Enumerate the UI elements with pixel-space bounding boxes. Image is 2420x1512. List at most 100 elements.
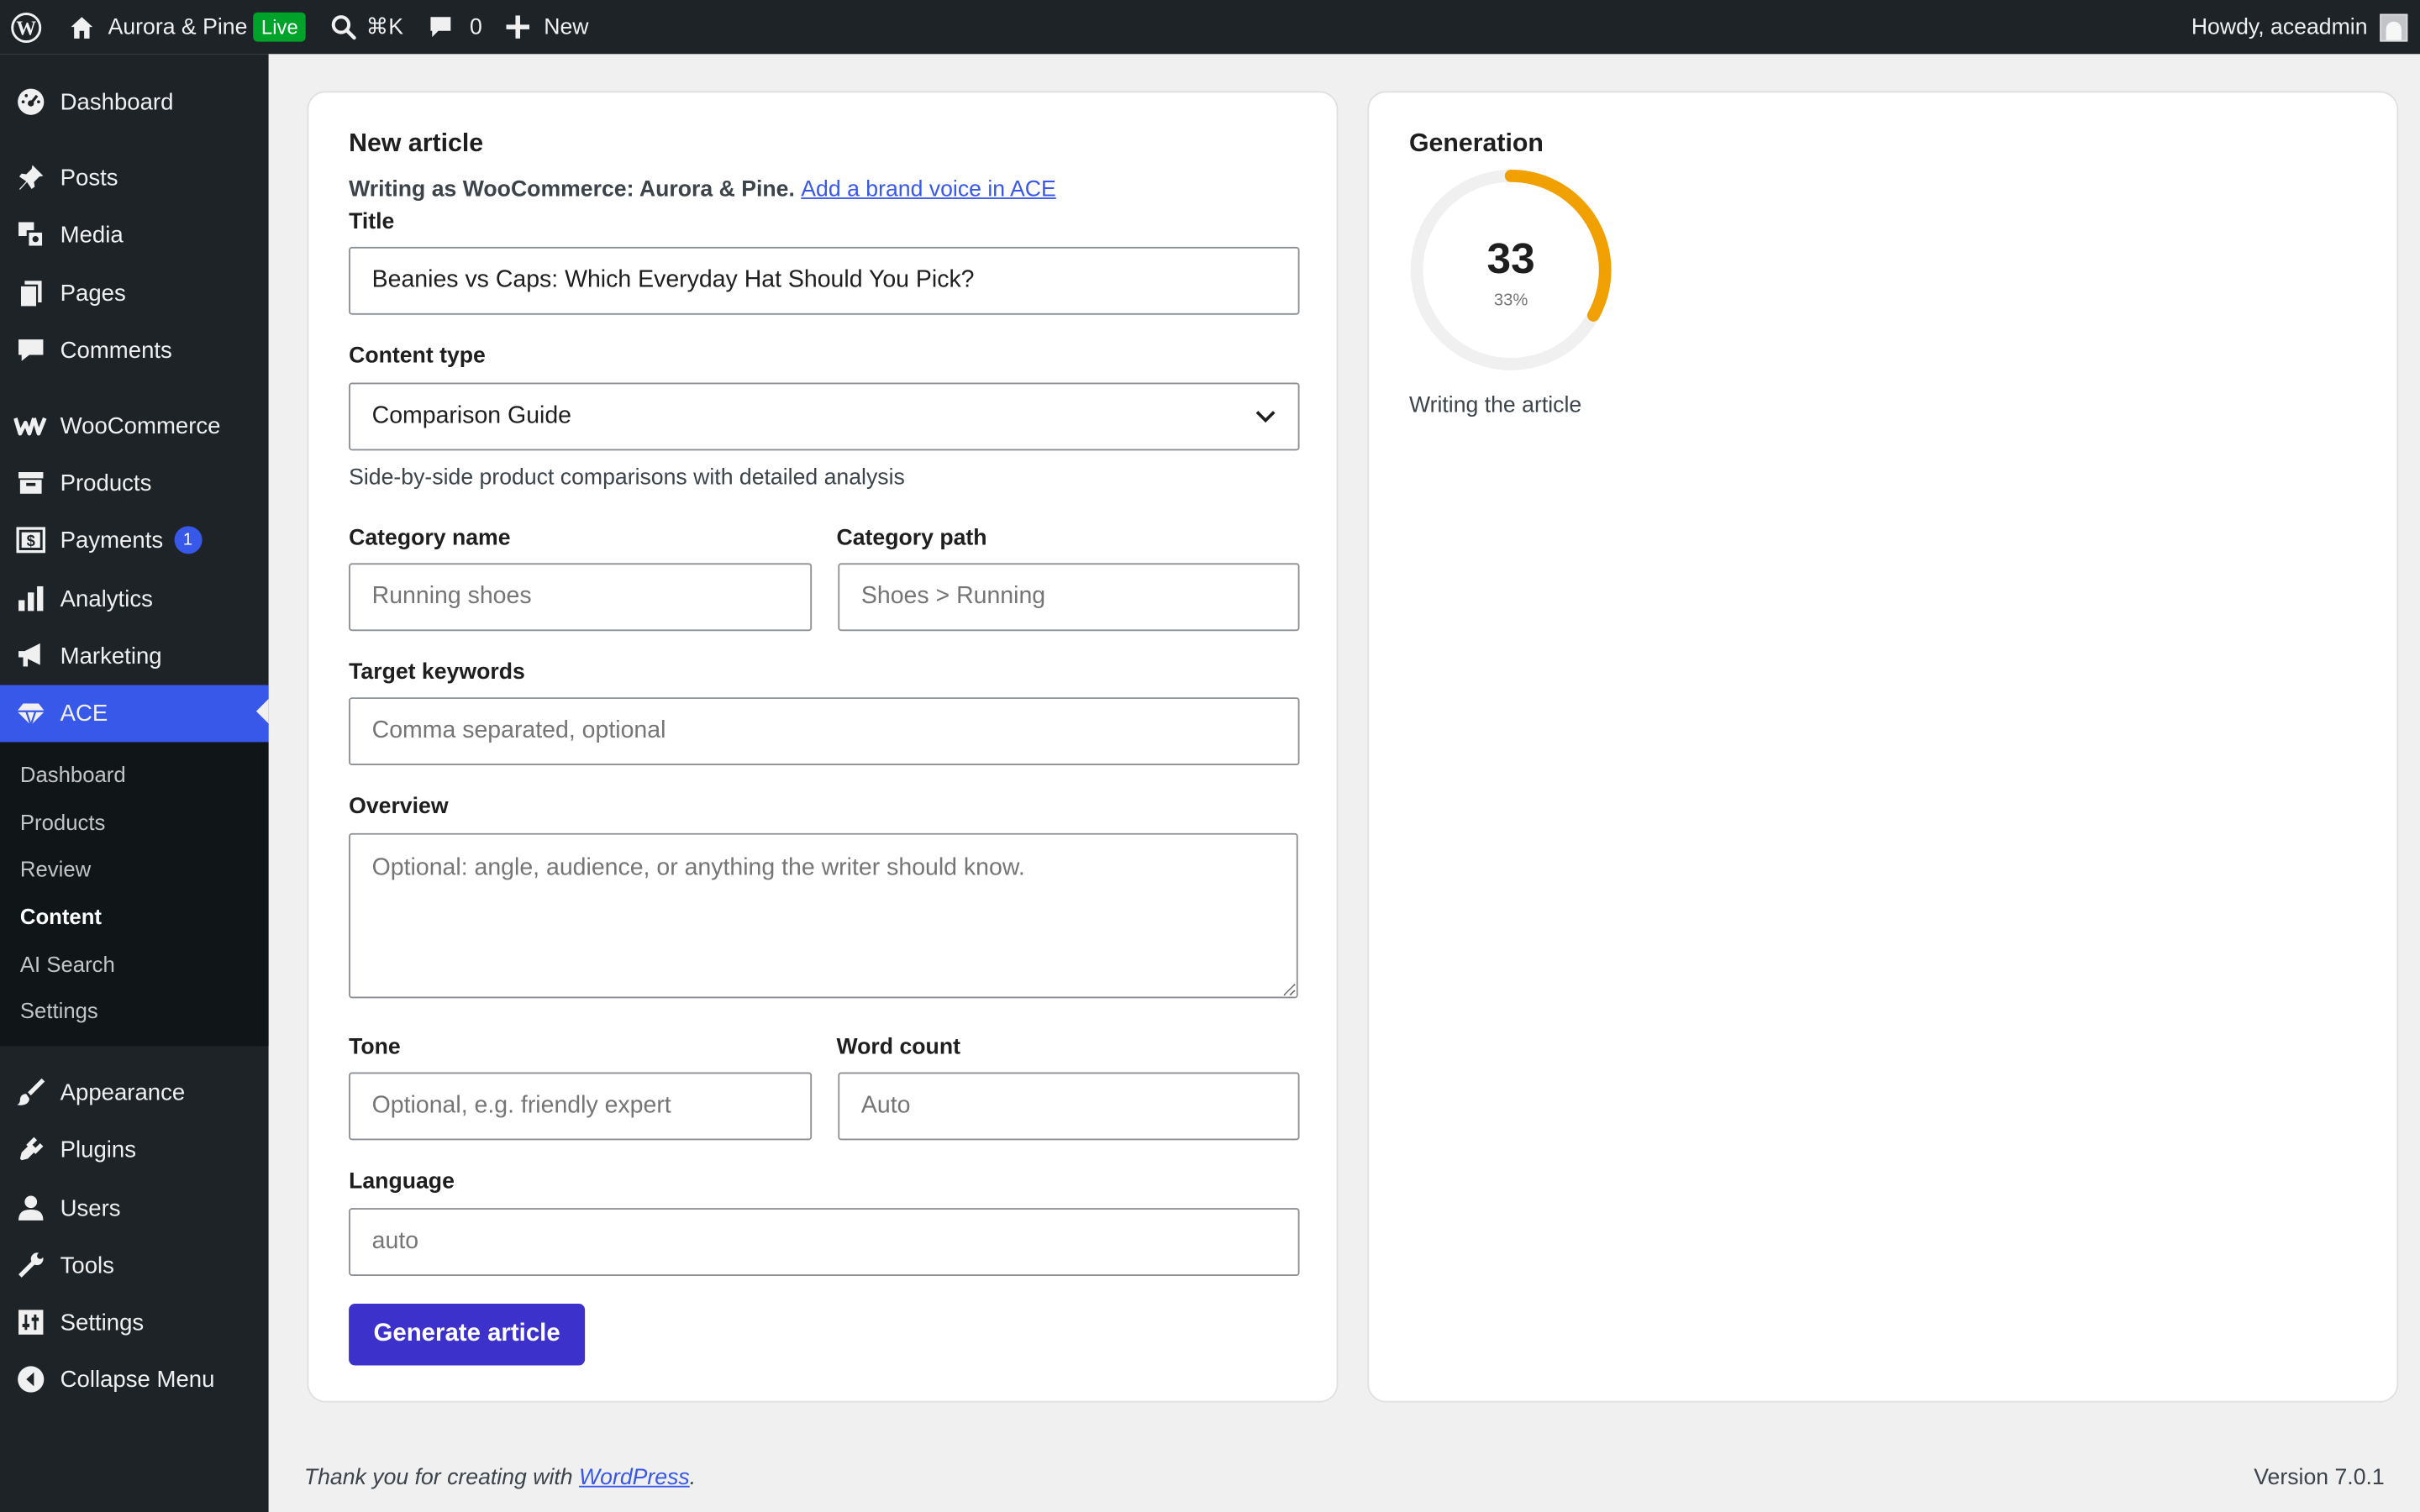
sidebar-item-label: Tools	[60, 1252, 114, 1278]
target-keywords-label: Target keywords	[349, 660, 525, 685]
target-keywords-input[interactable]	[349, 697, 1300, 766]
progress-percent: 33%	[1493, 291, 1528, 311]
sidebar-item-pages[interactable]: Pages	[0, 267, 269, 319]
sidebar-item-label: Collapse Menu	[60, 1366, 215, 1393]
language-input[interactable]	[349, 1208, 1300, 1276]
new-article-card: New article Writing as WooCommerce: Auro…	[307, 91, 1339, 1403]
bar-chart-icon	[0, 583, 60, 614]
brand-voice-notice: Writing as WooCommerce: Aurora & Pine. A…	[349, 177, 1056, 202]
sidebar-item-marketing[interactable]: Marketing	[0, 629, 269, 681]
dashboard-icon	[0, 87, 60, 118]
sidebar-item-label: Products	[60, 470, 152, 496]
new-content-button[interactable]: New	[494, 0, 601, 54]
sidebar-item-label: Comments	[60, 337, 172, 364]
user-icon	[0, 1193, 60, 1224]
generation-card: Generation 33 33% Writing the article	[1367, 91, 2399, 1403]
live-badge: Live	[253, 12, 306, 42]
sidebar-item-plugins[interactable]: Plugins	[0, 1123, 269, 1175]
svg-text:W: W	[16, 17, 36, 39]
category-path-label: Category path	[836, 526, 987, 551]
admin-sidebar: Dashboard Posts Media Pages Comments Woo…	[0, 54, 269, 1512]
tone-label: Tone	[349, 1035, 401, 1060]
content-type-select[interactable]: Comparison Guide	[349, 382, 1300, 451]
card-title: New article	[349, 129, 484, 158]
category-name-input[interactable]	[349, 563, 813, 632]
overview-label: Overview	[349, 794, 449, 820]
dollar-icon: $	[0, 524, 60, 555]
sidebar-item-ace[interactable]: ACE	[0, 685, 269, 743]
submenu-item-content[interactable]: Content	[20, 904, 102, 928]
sidebar-item-products[interactable]: Products	[0, 457, 269, 509]
chevron-down-icon	[1255, 411, 1276, 423]
submenu-item-review[interactable]: Review	[20, 856, 91, 880]
content-type-help: Side-by-side product comparisons with de…	[349, 465, 905, 491]
sidebar-item-label: Pages	[60, 280, 126, 307]
content-type-value: Comparison Guide	[371, 402, 572, 429]
sidebar-item-posts[interactable]: Posts	[0, 151, 269, 203]
megaphone-icon	[0, 640, 60, 671]
sidebar-item-label: Posts	[60, 164, 118, 191]
sidebar-item-tools[interactable]: Tools	[0, 1239, 269, 1291]
sidebar-item-label: Users	[60, 1194, 121, 1221]
site-name: Aurora & Pine	[108, 14, 248, 39]
site-name-link[interactable]: Aurora & Pine Live	[55, 0, 318, 54]
sidebar-item-payments[interactable]: $ Payments 1	[0, 514, 269, 566]
generate-article-button[interactable]: Generate article	[349, 1304, 586, 1366]
account-menu[interactable]: Howdy, aceadmin	[2179, 0, 2420, 54]
submenu-item-settings[interactable]: Settings	[20, 998, 98, 1022]
word-count-label: Word count	[836, 1035, 960, 1060]
tone-input[interactable]	[349, 1072, 813, 1141]
search-shortcut: ⌘K	[366, 14, 403, 39]
woocommerce-icon	[0, 413, 60, 438]
howdy-text: Howdy, aceadmin	[2191, 14, 2368, 39]
sidebar-item-label: Settings	[60, 1309, 145, 1336]
sidebar-item-dashboard[interactable]: Dashboard	[0, 76, 269, 128]
generation-title: Generation	[1408, 129, 1544, 158]
language-label: Language	[349, 1169, 455, 1194]
wordpress-link[interactable]: WordPress	[579, 1466, 690, 1490]
sidebar-item-appearance[interactable]: Appearance	[0, 1066, 269, 1118]
sidebar-item-comments[interactable]: Comments	[0, 324, 269, 376]
svg-text:$: $	[26, 532, 34, 549]
sidebar-item-media[interactable]: Media	[0, 208, 269, 260]
submenu-item-products[interactable]: Products	[20, 810, 105, 834]
generation-status: Writing the article	[1408, 393, 1582, 418]
footer-thanks: Thank you for creating with WordPress.	[304, 1466, 696, 1490]
sliders-icon	[0, 1307, 60, 1338]
footer-version: Version 7.0.1	[2254, 1465, 2385, 1491]
diamond-icon	[0, 701, 60, 727]
comments-link[interactable]: 0	[416, 0, 495, 54]
home-icon	[71, 16, 93, 39]
sidebar-item-label: Media	[60, 221, 124, 248]
add-brand-voice-link[interactable]: Add a brand voice in ACE	[801, 177, 1056, 202]
content-type-label: Content type	[349, 344, 486, 369]
progress-value: 33	[1486, 234, 1535, 283]
submenu-item-dashboard[interactable]: Dashboard	[20, 762, 126, 786]
comment-icon	[431, 17, 451, 38]
wordpress-logo-icon[interactable]: W	[0, 0, 55, 54]
overview-textarea[interactable]	[349, 832, 1298, 999]
command-search-button[interactable]: ⌘K	[318, 0, 416, 54]
word-count-input[interactable]	[838, 1072, 1300, 1141]
avatar	[2380, 13, 2408, 41]
sidebar-item-analytics[interactable]: Analytics	[0, 572, 269, 624]
paintbrush-icon	[0, 1077, 60, 1108]
sidebar-item-label: WooCommerce	[60, 412, 221, 439]
category-path-input[interactable]	[838, 563, 1300, 632]
category-name-label: Category name	[349, 526, 511, 551]
submenu-item-ai-search[interactable]: AI Search	[20, 952, 115, 976]
sidebar-item-label: ACE	[60, 700, 108, 727]
sidebar-item-settings[interactable]: Settings	[0, 1296, 269, 1348]
ace-submenu: Dashboard Products Review Content AI Sea…	[0, 742, 269, 1047]
brand-voice-text: Writing as WooCommerce: Aurora & Pine.	[349, 177, 795, 202]
sidebar-item-users[interactable]: Users	[0, 1182, 269, 1234]
pages-icon	[0, 278, 60, 309]
sidebar-item-label: Appearance	[60, 1079, 186, 1106]
sidebar-item-label: Dashboard	[60, 88, 174, 115]
sidebar-item-woocommerce[interactable]: WooCommerce	[0, 400, 269, 452]
collapse-menu-button[interactable]: Collapse Menu	[0, 1353, 269, 1405]
media-icon	[0, 219, 60, 250]
plug-icon	[0, 1134, 60, 1165]
title-input[interactable]	[349, 246, 1300, 315]
admin-bar: W Aurora & Pine Live ⌘K 0 New Howdy, ace…	[0, 0, 2420, 55]
